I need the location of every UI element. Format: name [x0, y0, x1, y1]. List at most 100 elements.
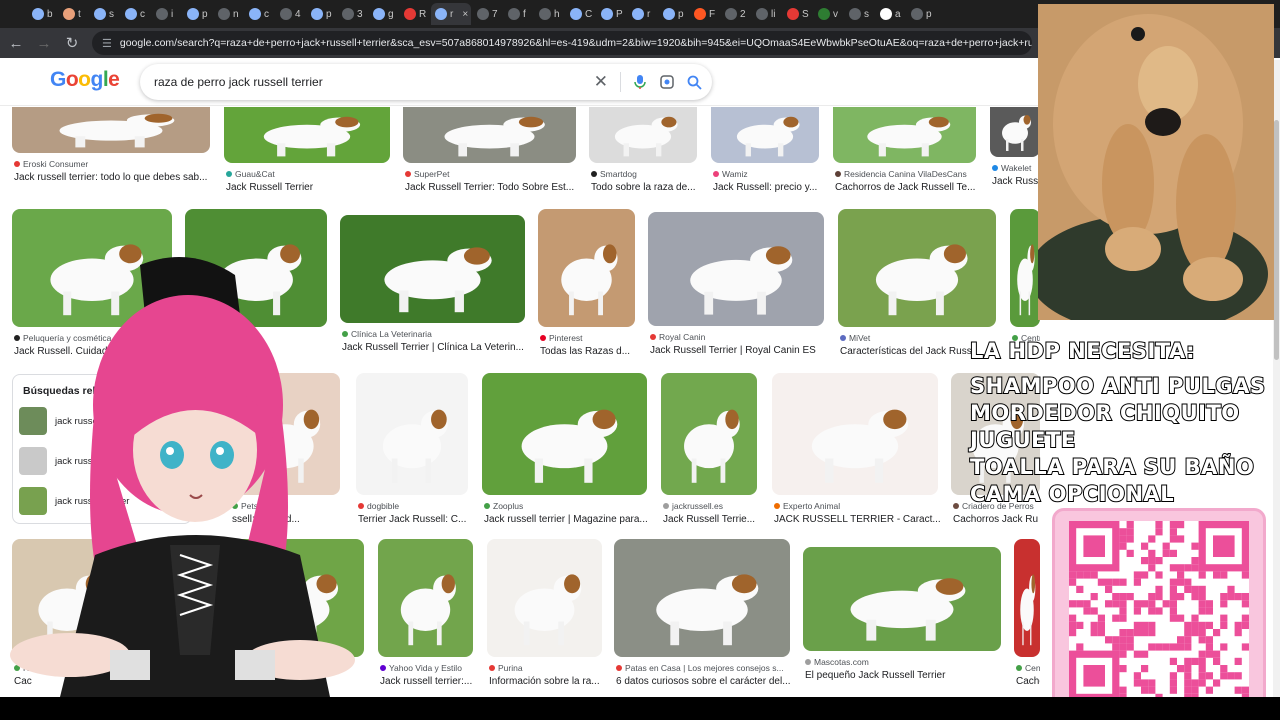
- image-result[interactable]: Pinterest Todas las Razas d...: [538, 209, 635, 367]
- url-bar[interactable]: ☰ google.com/search?q=raza+de+perro+jack…: [92, 31, 1032, 55]
- result-source[interactable]: Patas en Casa | Los mejores consejos s..…: [616, 663, 792, 673]
- result-title[interactable]: 6 datos curiosos sobre el carácter del..…: [616, 676, 792, 687]
- result-source[interactable]: Pinterest: [540, 333, 637, 343]
- image-result[interactable]: Guau&Cat Jack Russell Terrier: [224, 107, 390, 203]
- browser-tab[interactable]: s: [845, 3, 874, 25]
- result-title[interactable]: Jack Russell: precio y...: [713, 182, 821, 193]
- result-thumbnail[interactable]: [661, 373, 757, 495]
- browser-tab[interactable]: h: [535, 3, 564, 25]
- result-thumbnail[interactable]: [990, 107, 1040, 157]
- image-result[interactable]: Mascotas.com El pequeño Jack Russell Terr…: [803, 547, 1001, 691]
- result-source[interactable]: jackrussell.es: [663, 501, 759, 511]
- result-title[interactable]: Cachorr: [1016, 676, 1040, 687]
- result-title[interactable]: El pequeño Jack Russell Terrier: [805, 670, 1003, 681]
- browser-tab[interactable]: v: [814, 3, 843, 25]
- result-title[interactable]: Jack russell terrier: todo lo que debes …: [14, 172, 212, 183]
- result-thumbnail[interactable]: [1010, 209, 1040, 327]
- image-result[interactable]: Wamiz Jack Russell: precio y...: [711, 107, 819, 203]
- browser-tab[interactable]: S: [783, 3, 812, 25]
- image-result[interactable]: Wakelet Jack Russ: [990, 107, 1040, 197]
- browser-tab[interactable]: 2: [721, 3, 750, 25]
- result-source[interactable]: Mascotas.com: [805, 657, 1003, 667]
- result-source[interactable]: Smartdog: [591, 169, 699, 179]
- lens-icon[interactable]: [659, 74, 675, 90]
- result-thumbnail[interactable]: [224, 107, 390, 163]
- image-result[interactable]: Residencia Canina VilaDesCans Cachorros d…: [833, 107, 976, 203]
- result-title[interactable]: JACK RUSSELL TERRIER - Caract...: [774, 514, 940, 525]
- result-title[interactable]: Jack Russell Terrier: Todo Sobre Est...: [405, 182, 578, 193]
- result-thumbnail[interactable]: [614, 539, 790, 657]
- result-thumbnail[interactable]: [803, 547, 1001, 651]
- site-info-icon[interactable]: ☰: [102, 37, 112, 50]
- result-source[interactable]: Guau&Cat: [226, 169, 392, 179]
- close-tab-icon[interactable]: ×: [462, 9, 468, 20]
- image-result[interactable]: Zooplus Jack russell terrier | Magazine p…: [482, 373, 649, 535]
- result-thumbnail[interactable]: [711, 107, 819, 163]
- result-source[interactable]: Purina: [489, 663, 604, 673]
- browser-tab[interactable]: c: [245, 3, 274, 25]
- scroll-thumb[interactable]: [1274, 120, 1279, 360]
- result-thumbnail[interactable]: [772, 373, 938, 495]
- browser-tab[interactable]: s: [90, 3, 119, 25]
- browser-tab[interactable]: c: [121, 3, 150, 25]
- result-thumbnail[interactable]: [12, 107, 210, 153]
- browser-tab[interactable]: C: [566, 3, 595, 25]
- result-title[interactable]: Jack Russell Terrier: [226, 182, 392, 193]
- browser-tab[interactable]: R: [400, 3, 429, 25]
- browser-tab[interactable]: p: [307, 3, 336, 25]
- result-title[interactable]: Jack Russell Terrier | Royal Canin ES: [650, 345, 826, 356]
- image-result[interactable]: Purina Información sobre la ra...: [487, 539, 602, 697]
- result-thumbnail[interactable]: [589, 107, 697, 163]
- result-thumbnail[interactable]: [833, 107, 976, 163]
- browser-tab[interactable]: g: [369, 3, 398, 25]
- result-thumbnail[interactable]: [403, 107, 576, 163]
- image-result[interactable]: jackrussell.es Jack Russell Terrie...: [661, 373, 757, 535]
- result-source[interactable]: Centra: [1016, 663, 1040, 673]
- result-thumbnail[interactable]: [648, 212, 824, 326]
- result-source[interactable]: Wakelet: [992, 163, 1040, 173]
- result-title[interactable]: Jack russell terrier:...: [380, 676, 475, 687]
- image-result[interactable]: Centra Cachorr: [1014, 539, 1040, 697]
- forward-arrow-icon[interactable]: →: [32, 31, 56, 55]
- image-result[interactable]: Yahoo Vida y Estilo Jack russell terrier:…: [378, 539, 473, 697]
- result-title[interactable]: Todas las Razas d...: [540, 346, 637, 357]
- result-title[interactable]: Jack Russell Terrie...: [663, 514, 759, 525]
- browser-tab[interactable]: p: [659, 3, 688, 25]
- result-source[interactable]: Wamiz: [713, 169, 821, 179]
- browser-tab[interactable]: li: [752, 3, 781, 25]
- browser-tab[interactable]: f: [504, 3, 533, 25]
- result-title[interactable]: Jack Russ: [992, 176, 1040, 187]
- result-source[interactable]: Experto Animal: [774, 501, 940, 511]
- result-title[interactable]: Cachorros de Jack Russell Te...: [835, 182, 978, 193]
- result-source[interactable]: Zooplus: [484, 501, 649, 511]
- result-title[interactable]: Jack russell terrier | Magazine para...: [484, 514, 649, 525]
- result-source[interactable]: Yahoo Vida y Estilo: [380, 663, 475, 673]
- result-title[interactable]: Cachorros Jack Ru: [953, 514, 1040, 525]
- browser-tab[interactable]: F: [690, 3, 719, 25]
- result-thumbnail[interactable]: [1014, 539, 1040, 657]
- reload-icon[interactable]: ↻: [60, 31, 84, 55]
- result-title[interactable]: Información sobre la ra...: [489, 676, 604, 687]
- browser-tab[interactable]: p: [183, 3, 212, 25]
- browser-tab[interactable]: r: [628, 3, 657, 25]
- result-source[interactable]: Residencia Canina VilaDesCans: [835, 169, 978, 179]
- google-logo[interactable]: Google: [50, 68, 120, 92]
- image-result[interactable]: Eroski Consumer Jack russell terrier: tod…: [12, 107, 210, 193]
- browser-tab[interactable]: 3: [338, 3, 367, 25]
- result-source[interactable]: Eroski Consumer: [14, 159, 212, 169]
- browser-tab[interactable]: p: [907, 3, 936, 25]
- browser-tab[interactable]: P: [597, 3, 626, 25]
- result-thumbnail[interactable]: [538, 209, 635, 327]
- browser-tab[interactable]: 4: [276, 3, 305, 25]
- browser-tab[interactable]: r ×: [431, 3, 471, 25]
- back-arrow-icon[interactable]: ←: [4, 31, 28, 55]
- image-result[interactable]: Experto Animal JACK RUSSELL TERRIER - Car…: [772, 373, 940, 535]
- result-source[interactable]: SuperPet: [405, 169, 578, 179]
- result-thumbnail[interactable]: [482, 373, 647, 495]
- browser-tab[interactable]: n: [214, 3, 243, 25]
- browser-tab[interactable]: 7: [473, 3, 502, 25]
- clear-icon[interactable]: ✕: [594, 72, 608, 92]
- image-result[interactable]: Patas en Casa | Los mejores consejos s..…: [614, 539, 792, 697]
- result-thumbnail[interactable]: [838, 209, 996, 327]
- result-source[interactable]: Royal Canin: [650, 332, 826, 342]
